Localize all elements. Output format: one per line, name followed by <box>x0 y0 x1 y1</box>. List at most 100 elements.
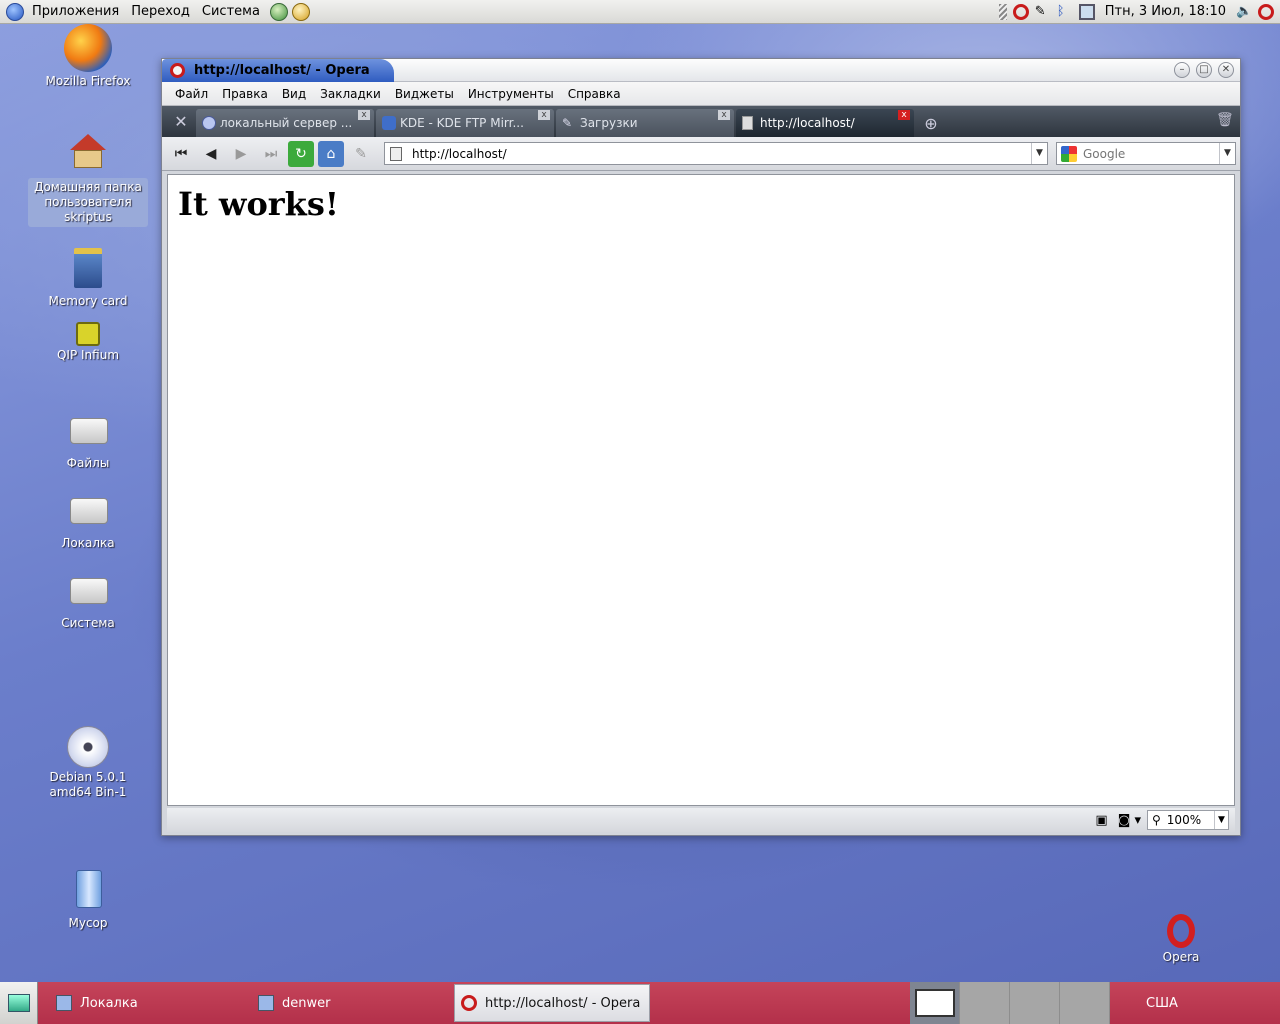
tab-close-icon[interactable]: x <box>898 110 910 120</box>
clock[interactable]: Птн, 3 Июл, 18:10 <box>1101 4 1230 19</box>
desktop-icon-label: Мусор <box>68 916 108 930</box>
window-title: http://localhost/ - Opera <box>194 63 370 78</box>
zoom-control[interactable]: ⚲ 100% ▼ <box>1147 810 1229 830</box>
trash-icon <box>64 866 112 914</box>
search-field[interactable]: ▼ <box>1056 142 1236 165</box>
desktop-icon-trash[interactable]: Мусор <box>28 866 148 931</box>
edit-button[interactable]: ✎ <box>348 141 374 167</box>
bottom-panel: Локалка denwer http://localhost/ - Opera… <box>0 982 1280 1024</box>
address-dropdown-icon[interactable]: ▼ <box>1031 143 1047 164</box>
task-label: http://localhost/ - Opera <box>485 995 641 1011</box>
search-engine-dropdown-icon[interactable]: ▼ <box>1219 143 1235 164</box>
menu-view[interactable]: Вид <box>275 87 313 101</box>
network-icon[interactable] <box>1078 3 1095 20</box>
fast-forward-button[interactable]: ⏭ <box>258 141 284 167</box>
network-launcher-icon[interactable] <box>269 2 288 21</box>
desktop-icon-memory-card[interactable]: Memory card <box>28 244 148 309</box>
bluetooth-icon[interactable]: ᛒ <box>1057 4 1073 20</box>
drive-icon <box>64 486 112 534</box>
desktop-icon-label: QIP Infium <box>56 348 120 362</box>
tab-close-icon[interactable]: x <box>538 110 550 120</box>
workspace-4[interactable] <box>1060 982 1110 1024</box>
debian-menu-icon[interactable] <box>6 2 24 21</box>
opera-icon <box>1167 914 1195 948</box>
tab-bar: ✕ локальный сервер ... x KDE - KDE FTP M… <box>162 106 1240 137</box>
places-menu[interactable]: Переход <box>125 0 196 24</box>
new-tab-button[interactable]: ⊕ <box>916 109 946 137</box>
camera-icon[interactable]: ◙ ▾ <box>1118 813 1141 828</box>
system-menu[interactable]: Система <box>196 0 266 24</box>
rewind-button[interactable]: ⏮ <box>168 141 194 167</box>
window-title-tab[interactable]: http://localhost/ - Opera <box>162 59 394 82</box>
minimize-button[interactable]: – <box>1174 62 1190 78</box>
desktop-icon-label: Система <box>61 616 115 630</box>
cd-icon <box>67 726 109 768</box>
task-opera[interactable]: http://localhost/ - Opera <box>454 984 650 1022</box>
desktop-icon-debian-cd[interactable]: Debian 5.0.1 amd64 Bin-1 <box>28 726 148 800</box>
address-input[interactable] <box>410 145 1010 162</box>
address-field[interactable]: ▼ <box>384 142 1048 165</box>
forward-button[interactable]: ▶ <box>228 141 254 167</box>
volume-icon[interactable]: 🔈 <box>1236 4 1252 20</box>
workspace-switcher <box>910 982 1110 1024</box>
menu-file[interactable]: Файл <box>168 87 215 101</box>
page-icon <box>742 116 753 130</box>
menu-edit[interactable]: Правка <box>215 87 275 101</box>
keyboard-layout-indicator[interactable]: США <box>1146 996 1178 1011</box>
opera-window-thumb-icon <box>914 989 955 1017</box>
clock-launcher-icon[interactable] <box>291 2 310 21</box>
desktop-icon-files[interactable]: Файлы <box>28 406 148 471</box>
close-button[interactable]: ✕ <box>1218 62 1234 78</box>
widget-icon[interactable]: ▣ <box>1095 813 1107 828</box>
google-icon <box>1061 145 1077 162</box>
desktop-icon-firefox[interactable]: Mozilla Firefox <box>28 24 148 89</box>
show-desktop-button[interactable] <box>0 982 38 1024</box>
home-button[interactable]: ⌂ <box>318 140 344 167</box>
maximize-button[interactable]: □ <box>1196 62 1212 78</box>
desktop-icon-qip[interactable]: QIP Infium <box>28 322 148 363</box>
page-viewport[interactable]: It works! <box>167 174 1235 806</box>
fast-forward-icon: ⏭ <box>264 145 278 162</box>
drive-icon <box>64 566 112 614</box>
back-button[interactable]: ◀ <box>198 141 224 167</box>
reload-icon: ↻ <box>295 145 307 162</box>
back-arrow-icon: ◀ <box>205 145 217 162</box>
menu-widgets[interactable]: Виджеты <box>388 87 461 101</box>
applications-menu[interactable]: Приложения <box>26 0 125 24</box>
opera-tray-icon[interactable] <box>1012 3 1029 20</box>
pen-icon[interactable]: ✎ <box>1035 4 1051 20</box>
window-titlebar[interactable]: http://localhost/ - Opera – □ ✕ <box>162 59 1240 82</box>
tab-localhost[interactable]: http://localhost/ x <box>736 109 914 137</box>
drive-icon <box>64 406 112 454</box>
panel-toggle-button[interactable]: ✕ <box>166 106 196 137</box>
desktop-icon-opera[interactable]: Opera <box>1121 914 1241 965</box>
menu-tools[interactable]: Инструменты <box>461 87 561 101</box>
tab-label: http://localhost/ <box>760 116 855 130</box>
desktop-icon-label: Домашняя папка пользователя skriptus <box>28 178 148 227</box>
reload-button[interactable]: ↻ <box>288 140 314 167</box>
tab-downloads[interactable]: ✎ Загрузки x <box>556 109 734 137</box>
task-lokalka[interactable]: Локалка <box>50 984 240 1022</box>
tab-kde-ftp[interactable]: KDE - KDE FTP Mirr... x <box>376 109 554 137</box>
tab-close-icon[interactable]: x <box>718 110 730 120</box>
tab-local-server[interactable]: локальный сервер ... x <box>196 109 374 137</box>
desktop-icon-lokalka[interactable]: Локалка <box>28 486 148 551</box>
workspace-3[interactable] <box>1010 982 1060 1024</box>
top-panel: Приложения Переход Система ✎ ᛒ Птн, 3 Ию… <box>0 0 1280 24</box>
workspace-2[interactable] <box>960 982 1010 1024</box>
folder-icon <box>56 995 72 1011</box>
opera-mail-icon[interactable] <box>1258 3 1274 20</box>
menu-bookmarks[interactable]: Закладки <box>313 87 388 101</box>
menu-help[interactable]: Справка <box>561 87 628 101</box>
closed-tabs-trash-button[interactable]: 🗑 <box>1216 112 1234 130</box>
desktop-icon-system[interactable]: Система <box>28 566 148 631</box>
desktop-icon-home[interactable]: Домашняя папка пользователя skriptus <box>28 128 148 227</box>
task-denwer[interactable]: denwer <box>252 984 442 1022</box>
plus-icon: ⊕ <box>924 113 938 133</box>
zoom-dropdown-icon[interactable]: ▼ <box>1214 811 1228 829</box>
workspace-1[interactable] <box>910 982 960 1024</box>
desktop-icon-label: Файлы <box>66 456 110 470</box>
search-input[interactable] <box>1081 145 1211 162</box>
forward-arrow-icon: ▶ <box>235 145 247 162</box>
tab-close-icon[interactable]: x <box>358 110 370 120</box>
